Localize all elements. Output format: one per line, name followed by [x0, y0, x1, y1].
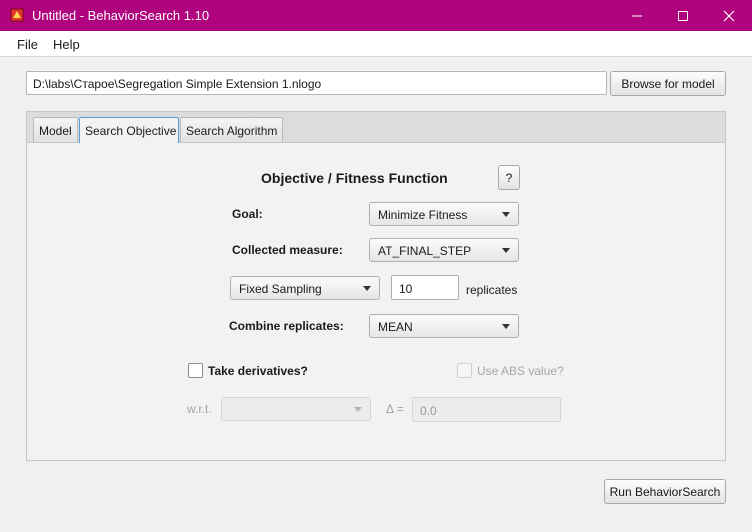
close-button[interactable] [706, 0, 752, 31]
chevron-down-icon [502, 324, 510, 329]
use-abs-label: Use ABS value? [477, 364, 564, 378]
browse-model-button[interactable]: Browse for model [610, 71, 726, 96]
chevron-down-icon [502, 212, 510, 217]
combine-label: Combine replicates: [229, 319, 344, 333]
chevron-down-icon [502, 248, 510, 253]
goal-label: Goal: [232, 207, 263, 221]
minimize-button[interactable] [614, 0, 660, 31]
goal-value: Minimize Fitness [378, 208, 468, 222]
menu-bar: File Help [0, 31, 752, 57]
run-behaviorsearch-button[interactable]: Run BehaviorSearch [604, 479, 726, 504]
replicates-label: replicates [466, 283, 518, 297]
delta-label: Δ = [386, 402, 404, 416]
tab-model[interactable]: Model [33, 117, 78, 142]
take-derivatives-label: Take derivatives? [208, 364, 308, 378]
chevron-down-icon [354, 407, 362, 412]
tab-search-algorithm[interactable]: Search Algorithm [180, 117, 283, 142]
goal-select[interactable]: Minimize Fitness [369, 202, 519, 226]
model-path-field[interactable]: D:\labs\Старое\Segregation Simple Extens… [26, 71, 607, 95]
sampling-select[interactable]: Fixed Sampling [230, 276, 380, 300]
use-abs-checkbox[interactable] [457, 363, 472, 378]
measure-label: Collected measure: [232, 243, 343, 257]
chevron-down-icon [363, 286, 371, 291]
tab-search-objective[interactable]: Search Objective [79, 117, 179, 143]
combine-value: MEAN [378, 320, 413, 334]
measure-select[interactable]: AT_FINAL_STEP [369, 238, 519, 262]
tab-strip: Model Search Objective Search Algorithm [27, 112, 725, 143]
maximize-button[interactable] [660, 0, 706, 31]
delta-input[interactable]: 0.0 [412, 397, 561, 422]
combine-select[interactable]: MEAN [369, 314, 519, 338]
menu-file[interactable]: File [17, 37, 38, 52]
menu-help[interactable]: Help [53, 37, 80, 52]
close-icon [723, 10, 735, 21]
wrt-select[interactable] [221, 397, 371, 421]
measure-value: AT_FINAL_STEP [378, 244, 472, 258]
wrt-label: w.r.t. [187, 402, 212, 416]
take-derivatives-checkbox[interactable] [188, 363, 203, 378]
app-icon [10, 8, 24, 22]
sampling-value: Fixed Sampling [239, 282, 322, 296]
window-title: Untitled - BehaviorSearch 1.10 [32, 8, 210, 23]
help-button[interactable]: ? [498, 165, 520, 190]
minimize-icon [632, 15, 642, 16]
maximize-icon [678, 10, 688, 21]
tab-pane: Model Search Objective Search Algorithm … [26, 111, 726, 461]
title-bar: Untitled - BehaviorSearch 1.10 [0, 0, 752, 31]
objective-heading: Objective / Fitness Function [261, 170, 448, 186]
replicates-input[interactable]: 10 [391, 275, 459, 300]
